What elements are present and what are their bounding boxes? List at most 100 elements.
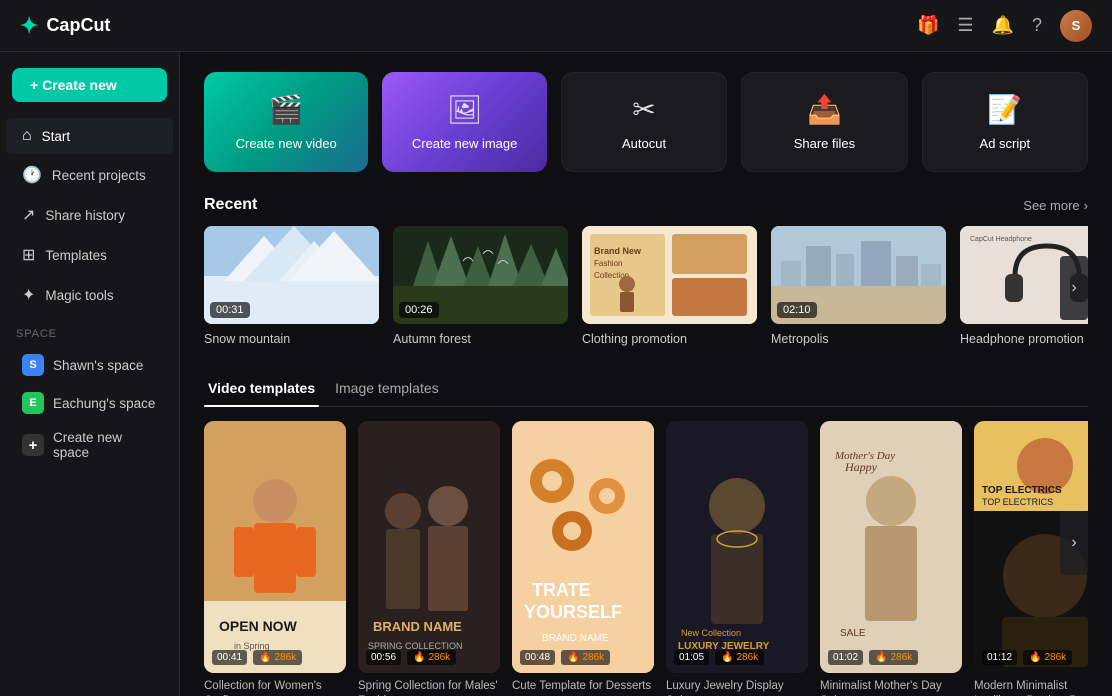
share-files-card[interactable]: 📤 Share files: [741, 72, 907, 172]
create-new-button[interactable]: + Create new: [12, 68, 167, 102]
template-5-time: 01:02: [828, 650, 863, 665]
bell-icon[interactable]: 🔔: [992, 15, 1014, 36]
template-1-time: 00:41: [212, 650, 247, 665]
sidebar-label-recent: Recent projects: [52, 168, 146, 183]
template-2-time: 00:56: [366, 650, 401, 665]
metro-title: Metropolis: [771, 332, 829, 346]
template-card-5[interactable]: Happy Mother's Day SALE 01:02 🔥 286k Min…: [820, 421, 962, 696]
template-5-fire: 🔥 286k: [869, 650, 918, 665]
topbar: ✦ CapCut 🎁 ☰ 🔔 ? S: [0, 0, 1112, 52]
app-logo[interactable]: ✦ CapCut: [20, 13, 110, 39]
template-1-fire: 🔥 286k: [253, 650, 302, 665]
template-4-fire: 🔥 286k: [715, 650, 764, 665]
template-2-fire: 🔥 286k: [407, 650, 456, 665]
recent-title: Recent: [204, 196, 257, 214]
template-3-fire: 🔥 286k: [561, 650, 610, 665]
create-new-space[interactable]: + Create new space: [6, 422, 173, 468]
sidebar-item-recent[interactable]: 🕐 Recent projects: [6, 156, 173, 194]
create-space-label: Create new space: [53, 430, 157, 460]
template-next-button[interactable]: ›: [1060, 511, 1088, 575]
space-section-label: SPACE: [0, 314, 179, 346]
template-thumb-3: TRATE YOURSELF BRAND NAME 00:48 🔥 286k: [512, 421, 654, 673]
gift-icon[interactable]: 🎁: [917, 15, 939, 36]
quick-actions: 🎬 Create new video 🖼 Create new image ✂ …: [204, 72, 1088, 172]
snow-time-badge: 00:31: [210, 302, 250, 318]
template-thumb-4: New Collection LUXURY JEWELRY 01:05 🔥 28…: [666, 421, 808, 673]
template-card-4[interactable]: New Collection LUXURY JEWELRY 01:05 🔥 28…: [666, 421, 808, 696]
svg-text:Mother's Day: Mother's Day: [834, 450, 895, 462]
template-1-label: Collection for Women's Outfits: [204, 679, 346, 696]
svg-text:YOURSELF: YOURSELF: [524, 602, 622, 622]
forest-thumb: 00:26: [393, 226, 568, 324]
recent-card-metro[interactable]: 02:10 Metropolis: [771, 226, 946, 348]
share-icon: ↗: [22, 205, 35, 225]
recent-header: Recent See more ›: [204, 196, 1088, 214]
svg-text:Happy: Happy: [844, 460, 878, 474]
create-image-card[interactable]: 🖼 Create new image: [382, 72, 546, 172]
sidebar-label-start: Start: [42, 129, 71, 144]
create-video-card[interactable]: 🎬 Create new video: [204, 72, 368, 172]
headphone-title: Headphone promotion: [960, 332, 1084, 346]
template-6-fire: 🔥 286k: [1023, 650, 1072, 665]
space-item-shawn[interactable]: S Shawn's space: [6, 346, 173, 384]
template-card-1[interactable]: OPEN NOW in Spring 00:41 🔥 286k Collecti…: [204, 421, 346, 696]
sidebar-label-magic-tools: Magic tools: [45, 288, 113, 303]
svg-text:CapCut Headphone: CapCut Headphone: [970, 236, 1032, 243]
svg-text:Fashion: Fashion: [594, 259, 622, 268]
svg-text:BRAND NAME: BRAND NAME: [542, 633, 609, 644]
sidebar-item-magic-tools[interactable]: ✦ Magic tools: [6, 276, 173, 314]
recent-next-button[interactable]: ›: [1060, 256, 1088, 320]
sidebar-item-share-history[interactable]: ↗ Share history: [6, 196, 173, 234]
template-thumb-5: Happy Mother's Day SALE 01:02 🔥 286k: [820, 421, 962, 673]
fashion-title: Clothing promotion: [582, 332, 687, 346]
chevron-right-icon: ›: [1084, 198, 1088, 213]
recent-card-snow[interactable]: 00:31 Snow mountain: [204, 226, 379, 348]
tab-image-templates[interactable]: Image templates: [331, 372, 455, 406]
avatar[interactable]: S: [1060, 10, 1092, 42]
menu-icon[interactable]: ☰: [957, 15, 973, 36]
template-1-badges: 00:41 🔥 286k: [212, 650, 302, 665]
svg-text:SALE: SALE: [840, 628, 866, 639]
autocut-label: Autocut: [622, 136, 666, 151]
template-5-label: Minimalist Mother's Day Sale: [820, 679, 962, 696]
recent-row: 00:31 Snow mountain: [204, 226, 1088, 348]
sidebar-label-templates: Templates: [45, 248, 107, 263]
sidebar-nav: ⌂ Start 🕐 Recent projects ↗ Share histor…: [0, 118, 179, 314]
create-space-icon: +: [22, 434, 44, 456]
tab-video-templates[interactable]: Video templates: [204, 372, 331, 406]
template-3-label: Cute Template for Desserts: [512, 679, 654, 694]
sidebar: + Create new ⌂ Start 🕐 Recent projects ↗…: [0, 52, 180, 696]
share-files-label: Share files: [794, 136, 855, 151]
recent-card-forest[interactable]: 00:26 Autumn forest: [393, 226, 568, 348]
template-card-2[interactable]: BRAND NAME SPRING COLLECTION 00:56 🔥 286…: [358, 421, 500, 696]
recent-card-fashion[interactable]: Brand New Fashion Collection. Clothing p…: [582, 226, 757, 348]
snow-title: Snow mountain: [204, 332, 290, 346]
template-thumb-1: OPEN NOW in Spring 00:41 🔥 286k: [204, 421, 346, 673]
sidebar-item-start[interactable]: ⌂ Start: [6, 118, 173, 154]
topbar-right: 🎁 ☰ 🔔 ? S: [917, 10, 1092, 42]
template-3-time: 00:48: [520, 650, 555, 665]
main-content: 🎬 Create new video 🖼 Create new image ✂ …: [180, 52, 1112, 696]
logo-icon: ✦: [20, 13, 38, 39]
eachung-space-label: Eachung's space: [53, 396, 155, 411]
fashion-thumb: Brand New Fashion Collection.: [582, 226, 757, 324]
autocut-card[interactable]: ✂ Autocut: [561, 72, 727, 172]
svg-text:Brand New: Brand New: [594, 246, 642, 256]
sidebar-item-templates[interactable]: ⊞ Templates: [6, 236, 173, 274]
template-6-label: Modern Minimalist Intelligent Product Pr…: [974, 679, 1088, 696]
space-item-eachung[interactable]: E Eachung's space: [6, 384, 173, 422]
svg-text:BRAND NAME: BRAND NAME: [373, 619, 462, 634]
template-tabs: Video templates Image templates: [204, 372, 1088, 407]
template-6-time: 01:12: [982, 650, 1017, 665]
home-icon: ⌂: [22, 127, 32, 145]
svg-text:TOP ELECTRICS: TOP ELECTRICS: [982, 485, 1062, 496]
forest-time-badge: 00:26: [399, 302, 439, 318]
help-icon[interactable]: ?: [1032, 15, 1042, 36]
see-more-button[interactable]: See more ›: [1023, 198, 1088, 213]
create-video-label: Create new video: [236, 136, 337, 151]
ad-script-card[interactable]: 📝 Ad script: [922, 72, 1088, 172]
svg-text:New Collection: New Collection: [681, 628, 741, 638]
template-card-3[interactable]: TRATE YOURSELF BRAND NAME 00:48 🔥 286k C…: [512, 421, 654, 696]
clock-icon: 🕐: [22, 165, 42, 185]
sidebar-label-share-history: Share history: [45, 208, 125, 223]
